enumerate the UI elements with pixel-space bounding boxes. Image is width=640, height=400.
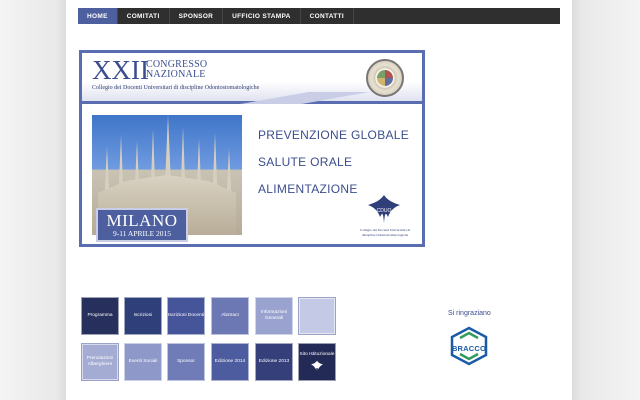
tile-sponsor[interactable]: Sponsor <box>167 343 205 381</box>
topic-item: SALUTE ORALE <box>258 155 353 169</box>
congress-title-line2: NAZIONALE <box>146 69 206 80</box>
congress-seal-icon <box>366 59 404 97</box>
city-date-box: MILANO 9-11 APRILE 2015 <box>96 208 188 242</box>
tile-programma[interactable]: Programma <box>81 297 119 335</box>
tile-iscrizioni-docenti[interactable]: Iscrizioni Docenti <box>167 297 205 335</box>
nav-ufficio-stampa[interactable]: UFFICIO STAMPA <box>223 8 301 24</box>
edition-number: XXII <box>92 55 149 85</box>
nav-contatti[interactable]: CONTATTI <box>301 8 354 24</box>
sponsor-thanks-label: Si ringraziano <box>448 310 491 317</box>
logo-caption: Collegio dei Docenti Universitari di dis… <box>359 228 411 237</box>
tile-edizione-2014[interactable]: Edizione 2014 <box>211 343 249 381</box>
city-name: MILANO <box>106 211 178 230</box>
logo-letters: CDUO <box>377 208 392 214</box>
banner-header: XXII CONGRESSO NAZIONALE Collegio dei Do… <box>82 53 422 104</box>
topic-item: PREVENZIONE GLOBALE <box>258 128 410 142</box>
tile-edizione-2013[interactable]: Edizione 2013 <box>255 343 293 381</box>
tile-abstract[interactable]: Abstract <box>211 297 249 335</box>
collegio-subtitle: Collegio dei Docenti Universitari di dis… <box>92 85 260 91</box>
congress-banner: XXII CONGRESSO NAZIONALE Collegio dei Do… <box>79 50 425 247</box>
main-nav: HOME COMITATI SPONSOR UFFICIO STAMPA CON… <box>78 8 560 24</box>
tile-iscrizioni[interactable]: Iscrizioni <box>124 297 162 335</box>
nav-sponsor[interactable]: SPONSOR <box>170 8 224 24</box>
cduo-logo-icon: CDUO <box>368 195 400 223</box>
tile-prenotazioni-alberghiere[interactable]: Prenotazioni Alberghiere <box>81 343 119 381</box>
topics-list: PREVENZIONE GLOBALE SALUTE ORALE ALIMENT… <box>258 122 409 203</box>
cduo-logo-icon <box>311 360 323 372</box>
nav-home[interactable]: HOME <box>78 8 118 24</box>
tile-informazioni-generali[interactable]: Informazioni Generali <box>255 297 293 335</box>
tile-sito-istituzionale[interactable]: Sito Istituzionale <box>298 343 336 381</box>
bracco-name: BRACCO <box>451 344 487 353</box>
congress-title: CONGRESSO NAZIONALE <box>146 60 226 80</box>
tile-empty[interactable] <box>298 297 336 335</box>
nav-comitati[interactable]: COMITATI <box>118 8 170 24</box>
congress-dates: 9-11 APRILE 2015 <box>112 229 172 238</box>
page-shadow-right <box>572 0 640 400</box>
tile-eventi-sociali[interactable]: Eventi Sociali <box>124 343 162 381</box>
tile-label: Sito Istituzionale <box>299 352 335 358</box>
page-shadow-left <box>0 0 66 400</box>
banner-inner: XXII CONGRESSO NAZIONALE Collegio dei Do… <box>82 53 422 244</box>
